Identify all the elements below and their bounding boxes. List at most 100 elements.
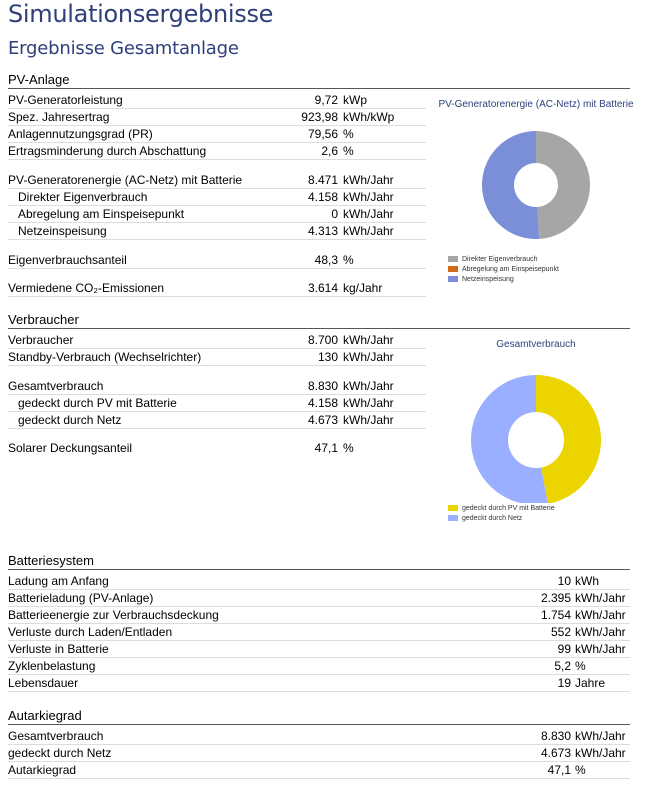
row-unit: kWh/Jahr [343,379,394,393]
pie-slice-0 [536,375,601,503]
table-row: Verluste durch Laden/Entladen 552 kWh/Jahr [8,624,630,641]
row-label: Vermiedene CO₂-Emissionen [8,281,165,295]
legend-item: Abregelung am Einspeisepunkt [448,265,559,275]
row-value: 2.395 [540,591,571,605]
row-unit: % [343,127,354,141]
legend-label: Abregelung am Einspeisepunkt [462,266,559,273]
row-label: Eigenverbrauchsanteil [8,253,127,267]
row-unit: kWh/Jahr [575,729,626,743]
pie-chart [471,375,601,503]
row-value: 47,1 [547,763,571,777]
row-unit: kWh/Jahr [343,396,394,410]
row-unit: % [343,441,354,455]
row-label: Direkter Eigenverbrauch [18,190,148,204]
page-subtitle: Ergebnisse Gesamtanlage [8,38,239,59]
row-unit: % [575,763,586,777]
row-value: 5,2 [554,659,571,673]
row-unit: kWh/Jahr [343,173,394,187]
pie-chart [481,131,590,239]
legend-label: gedeckt durch Netz [462,515,523,522]
legend-item: Netzeinspeisung [448,275,559,285]
table-row: Ladung am Anfang 10 kWh [8,573,630,590]
row-label: Standby-Verbrauch (Wechselrichter) [8,350,202,364]
legend-item: Direkter Eigenverbrauch [448,255,559,265]
page-title: Simulationsergebnisse [8,0,274,28]
table-row: Netzeinspeisung 4.313 kWh/Jahr [8,223,426,240]
table-row: Vermiedene CO₂-Emissionen 3.614 kg/Jahr [8,280,426,297]
row-unit: kWh/Jahr [343,190,394,204]
section-divider-autarkie [8,724,630,725]
section-divider-verbraucher [8,328,630,329]
row-label: Lebensdauer [8,676,79,690]
row-label: Spez. Jahresertrag [8,110,110,124]
section-title-batterie: Batteriesystem [8,553,94,568]
legend-item: gedeckt durch Netz [448,514,555,524]
row-value: 4.313 [307,224,338,238]
table-row: Gesamtverbrauch 8.830 kWh/Jahr [8,378,426,395]
table-row: Zyklenbelastung 5,2% [8,658,630,675]
row-unit: kWh/Jahr [575,591,626,605]
pie-slice-0 [536,131,590,239]
row-value: 4.673 [540,746,571,760]
legend-swatch [448,266,458,273]
table-row: Spez. Jahresertrag 923,98 kWh/kWp [8,109,426,126]
table-row: Abregelung am Einspeisepunkt 0 kWh/Jahr [8,206,426,223]
legend-swatch [448,515,458,522]
legend-label: gedeckt durch PV mit Batterie [462,505,555,512]
row-unit: kWh/Jahr [343,413,394,427]
row-value: 99 [557,642,571,656]
chart-title: Gesamtverbrauch [496,339,576,350]
table-row: PV-Generatorleistung 9,72 kWp [8,92,426,109]
row-unit: kWh/kWp [343,110,395,124]
row-label: gedeckt durch PV mit Batterie [18,396,177,410]
row-label: gedeckt durch Netz [18,413,122,427]
chart-legend: Direkter Eigenverbrauch Abregelung am Ein… [448,255,559,285]
table-row: Gesamtverbrauch 8.830 kWh/Jahr [8,728,630,745]
row-label: Verluste durch Laden/Entladen [8,625,173,639]
row-label: Verbraucher [8,333,74,347]
row-unit: kWh/Jahr [575,642,626,656]
table-row: Autarkiegrad 47,1% [8,762,630,779]
table-row: Direkter Eigenverbrauch 4.158 kWh/Jahr [8,189,426,206]
row-label: Verluste in Batterie [8,642,109,656]
row-label: PV-Generatorleistung [8,93,123,107]
table-row: gedeckt durch Netz 4.673 kWh/Jahr [8,745,630,762]
table-row: Standby-Verbrauch (Wechselrichter) 130 kWh… [8,349,426,366]
row-label: Ladung am Anfang [8,574,109,588]
table-row: PV-Generatorenergie (AC-Netz) mit Batter… [8,172,426,189]
legend-swatch [448,276,458,283]
row-unit: kWh/Jahr [575,746,626,760]
row-label: Netzeinspeisung [18,224,107,238]
section-title-verbraucher: Verbraucher [8,312,79,327]
row-label: Zyklenbelastung [8,659,96,673]
row-value: 2,6 [321,144,338,158]
pie-slice-2 [481,131,540,239]
table-row: Batterieenergie zur Verbrauchsdeckung 1.7… [8,607,630,624]
row-unit: % [343,253,354,267]
row-value: 47,1 [314,441,338,455]
row-label: PV-Generatorenergie (AC-Netz) mit Batter… [8,173,243,187]
row-unit: Jahre [575,676,606,690]
row-label: Batterieenergie zur Verbrauchsdeckung [8,608,219,622]
table-row: gedeckt durch PV mit Batterie 4.158 kWh/Ja… [8,395,426,412]
row-value: 79,56 [307,127,338,141]
row-unit: kWp [343,93,367,107]
table-row: Verluste in Batterie 99 kWh/Jahr [8,641,630,658]
chart-title: PV-Generatorenergie (AC-Netz) mit Batter… [438,99,634,110]
row-value: 8.830 [540,729,571,743]
table-row: Anlagennutzungsgrad (PR) 79,56% [8,126,426,143]
row-label: gedeckt durch Netz [8,746,112,760]
row-value: 10 [557,574,571,588]
row-unit: kWh/Jahr [575,625,626,639]
table-row: Ertragsminderung durch Abschattung 2,6% [8,143,426,160]
row-unit: kWh [575,574,599,588]
row-unit: kWh/Jahr [343,224,394,238]
row-value: 552 [550,625,571,639]
row-value: 4.158 [307,396,338,410]
legend-item: gedeckt durch PV mit Batterie [448,504,555,514]
section-divider-pv [8,88,630,89]
row-value: 130 [317,350,338,364]
table-row: Solarer Deckungsanteil 47,1% [8,440,426,456]
table-row: Eigenverbrauchsanteil 48,3% [8,252,426,269]
section-title-pv: PV-Anlage [8,72,70,87]
